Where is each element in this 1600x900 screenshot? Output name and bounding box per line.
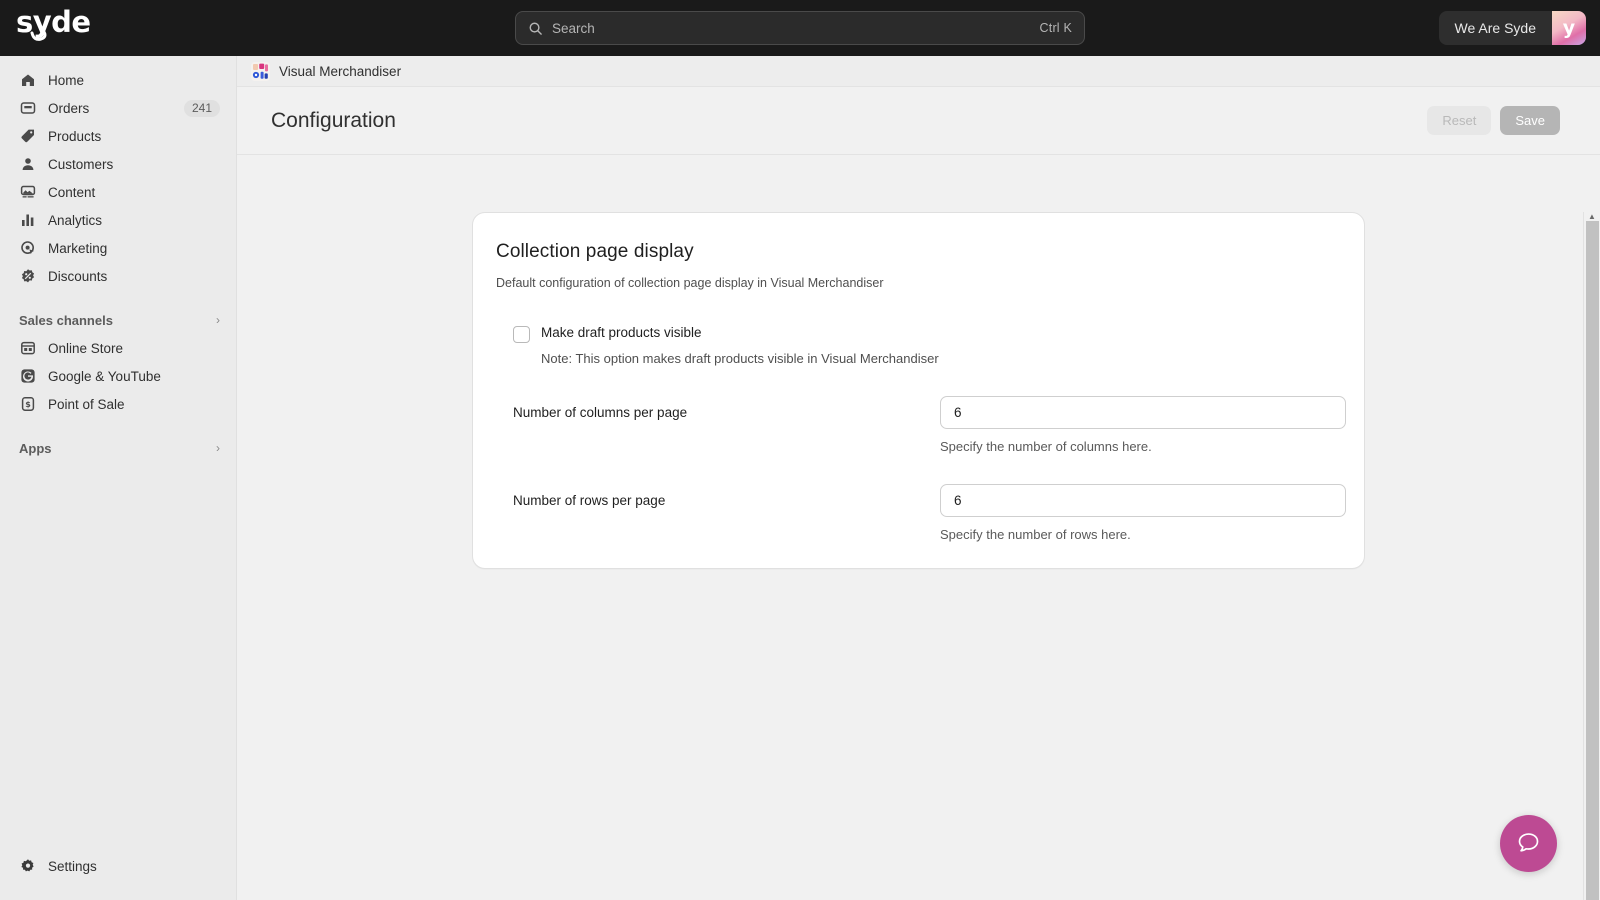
scroll-up-arrow-icon[interactable]: ▲ bbox=[1584, 212, 1600, 221]
breadcrumb-app-name: Visual Merchandiser bbox=[279, 63, 402, 79]
sidebar-item-online-store[interactable]: Online Store bbox=[8, 334, 228, 362]
sidebar-item-analytics[interactable]: Analytics bbox=[8, 206, 228, 234]
sidebar-item-home[interactable]: Home bbox=[8, 66, 228, 94]
rows-per-page-row: Number of rows per page 6 Specify the nu… bbox=[473, 454, 1364, 542]
account-area: We Are Syde y bbox=[1360, 11, 1600, 45]
search-shortcut-hint: Ctrl K bbox=[1039, 21, 1072, 35]
rows-per-page-label: Number of rows per page bbox=[513, 493, 666, 508]
marketing-target-icon bbox=[19, 239, 37, 257]
apps-title: Apps bbox=[19, 440, 52, 456]
scroll-area: Collection page display Default configur… bbox=[237, 155, 1600, 900]
top-bar: syde Search Ctrl K We Are Syde y bbox=[0, 0, 1600, 56]
sidebar-item-content[interactable]: Content bbox=[8, 178, 228, 206]
sidebar-item-google-youtube[interactable]: Google & YouTube bbox=[8, 362, 228, 390]
primary-nav: Home Orders 241 Products Customers Conte… bbox=[0, 66, 236, 290]
main-content: Visual Merchandiser Configuration Reset … bbox=[237, 56, 1600, 900]
search-input[interactable]: Search Ctrl K bbox=[515, 11, 1085, 45]
sidebar-item-label: Online Store bbox=[48, 340, 124, 356]
sidebar-item-label: Google & YouTube bbox=[48, 368, 161, 384]
rows-per-page-help: Specify the number of rows here. bbox=[940, 527, 1131, 542]
syde-logo-icon: syde bbox=[16, 5, 91, 41]
visual-merchandiser-app-icon bbox=[251, 61, 270, 81]
scrollbar-track[interactable] bbox=[1584, 221, 1600, 900]
body-area: Home Orders 241 Products Customers Conte… bbox=[0, 56, 1600, 900]
columns-per-page-label: Number of columns per page bbox=[513, 405, 688, 420]
chat-bubble-icon bbox=[1518, 833, 1539, 852]
sidebar-item-label: Settings bbox=[48, 858, 97, 874]
search-icon bbox=[528, 21, 543, 36]
checkbox-note: Note: This option makes draft products v… bbox=[541, 351, 939, 366]
sidebar-item-label: Home bbox=[48, 72, 85, 88]
sidebar-item-products[interactable]: Products bbox=[8, 122, 228, 150]
home-icon bbox=[19, 71, 37, 89]
columns-per-page-input[interactable]: 6 bbox=[940, 396, 1346, 429]
sidebar-item-label: Customers bbox=[48, 156, 114, 172]
sidebar-item-settings[interactable]: Settings bbox=[8, 852, 228, 880]
card-title: Collection page display bbox=[496, 241, 694, 262]
search-placeholder: Search bbox=[552, 20, 595, 36]
brand-area[interactable]: syde bbox=[0, 5, 240, 49]
scrollbar-thumb[interactable] bbox=[1585, 221, 1599, 900]
account-button[interactable]: We Are Syde y bbox=[1438, 11, 1586, 45]
help-chat-button[interactable] bbox=[1500, 815, 1557, 872]
sidebar: Home Orders 241 Products Customers Conte… bbox=[0, 56, 237, 900]
syde-logo[interactable]: syde bbox=[16, 5, 94, 49]
orders-count-badge: 241 bbox=[183, 99, 220, 117]
account-name: We Are Syde bbox=[1454, 20, 1536, 36]
products-tag-icon bbox=[19, 127, 37, 145]
sidebar-item-discounts[interactable]: Discounts bbox=[8, 262, 228, 290]
customers-person-icon bbox=[19, 155, 37, 173]
sidebar-item-label: Discounts bbox=[48, 268, 108, 284]
orders-inbox-icon bbox=[19, 99, 37, 117]
chevron-right-icon[interactable]: › bbox=[216, 314, 220, 326]
sidebar-item-orders[interactable]: Orders 241 bbox=[8, 94, 228, 122]
header-actions: Reset Save bbox=[1427, 106, 1560, 135]
avatar-letter: y bbox=[1562, 16, 1576, 39]
search-area: Search Ctrl K bbox=[240, 11, 1360, 45]
rows-per-page-input[interactable]: 6 bbox=[940, 484, 1346, 517]
sales-channels-nav: Online Store Google & YouTube $ Point of… bbox=[0, 334, 236, 418]
content-image-icon bbox=[19, 183, 37, 201]
page-header: Configuration Reset Save bbox=[237, 87, 1600, 155]
app-root: syde Search Ctrl K We Are Syde y Home Or… bbox=[0, 0, 1600, 900]
sidebar-item-marketing[interactable]: Marketing bbox=[8, 234, 228, 262]
rows-per-page-right: 6 Specify the number of rows here. bbox=[940, 484, 1374, 542]
card-subtitle: Default configuration of collection page… bbox=[496, 276, 884, 290]
store-icon bbox=[19, 339, 37, 357]
vertical-scrollbar[interactable]: ▲ ▼ bbox=[1583, 212, 1600, 900]
columns-per-page-help: Specify the number of columns here. bbox=[940, 439, 1152, 454]
sales-channels-section-header[interactable]: Sales channels › bbox=[0, 306, 236, 334]
save-button[interactable]: Save bbox=[1500, 106, 1560, 135]
reset-button[interactable]: Reset bbox=[1427, 106, 1492, 135]
sidebar-item-label: Products bbox=[48, 128, 102, 144]
sidebar-item-label: Content bbox=[48, 184, 96, 200]
point-of-sale-icon: $ bbox=[19, 395, 37, 413]
sidebar-footer: Settings bbox=[0, 852, 236, 900]
sidebar-item-customers[interactable]: Customers bbox=[8, 150, 228, 178]
breadcrumb[interactable]: Visual Merchandiser bbox=[237, 56, 1600, 87]
sidebar-item-label: Orders bbox=[48, 100, 90, 116]
columns-per-page-row: Number of columns per page 6 Specify the… bbox=[473, 366, 1364, 454]
svg-text:syde: syde bbox=[16, 7, 91, 39]
gear-icon bbox=[19, 857, 37, 875]
collection-page-display-card: Collection page display Default configur… bbox=[472, 212, 1365, 569]
sidebar-item-label: Marketing bbox=[48, 240, 108, 256]
apps-section-header[interactable]: Apps › bbox=[0, 434, 236, 462]
sales-channels-title: Sales channels bbox=[19, 312, 113, 328]
chevron-right-icon[interactable]: › bbox=[216, 442, 220, 454]
draft-products-checkbox-row[interactable]: Make draft products visible bbox=[473, 290, 1364, 343]
sidebar-item-label: Point of Sale bbox=[48, 396, 125, 412]
columns-per-page-right: 6 Specify the number of columns here. bbox=[940, 396, 1374, 454]
make-draft-products-visible-checkbox[interactable] bbox=[513, 326, 530, 343]
svg-text:$: $ bbox=[25, 400, 31, 409]
avatar[interactable]: y bbox=[1552, 11, 1586, 45]
checkbox-label: Make draft products visible bbox=[541, 325, 702, 340]
analytics-bars-icon bbox=[19, 211, 37, 229]
sidebar-item-label: Analytics bbox=[48, 212, 103, 228]
google-icon bbox=[19, 367, 37, 385]
sidebar-item-point-of-sale[interactable]: $ Point of Sale bbox=[8, 390, 228, 418]
page-title: Configuration bbox=[271, 108, 396, 132]
discounts-badge-icon bbox=[19, 267, 37, 285]
